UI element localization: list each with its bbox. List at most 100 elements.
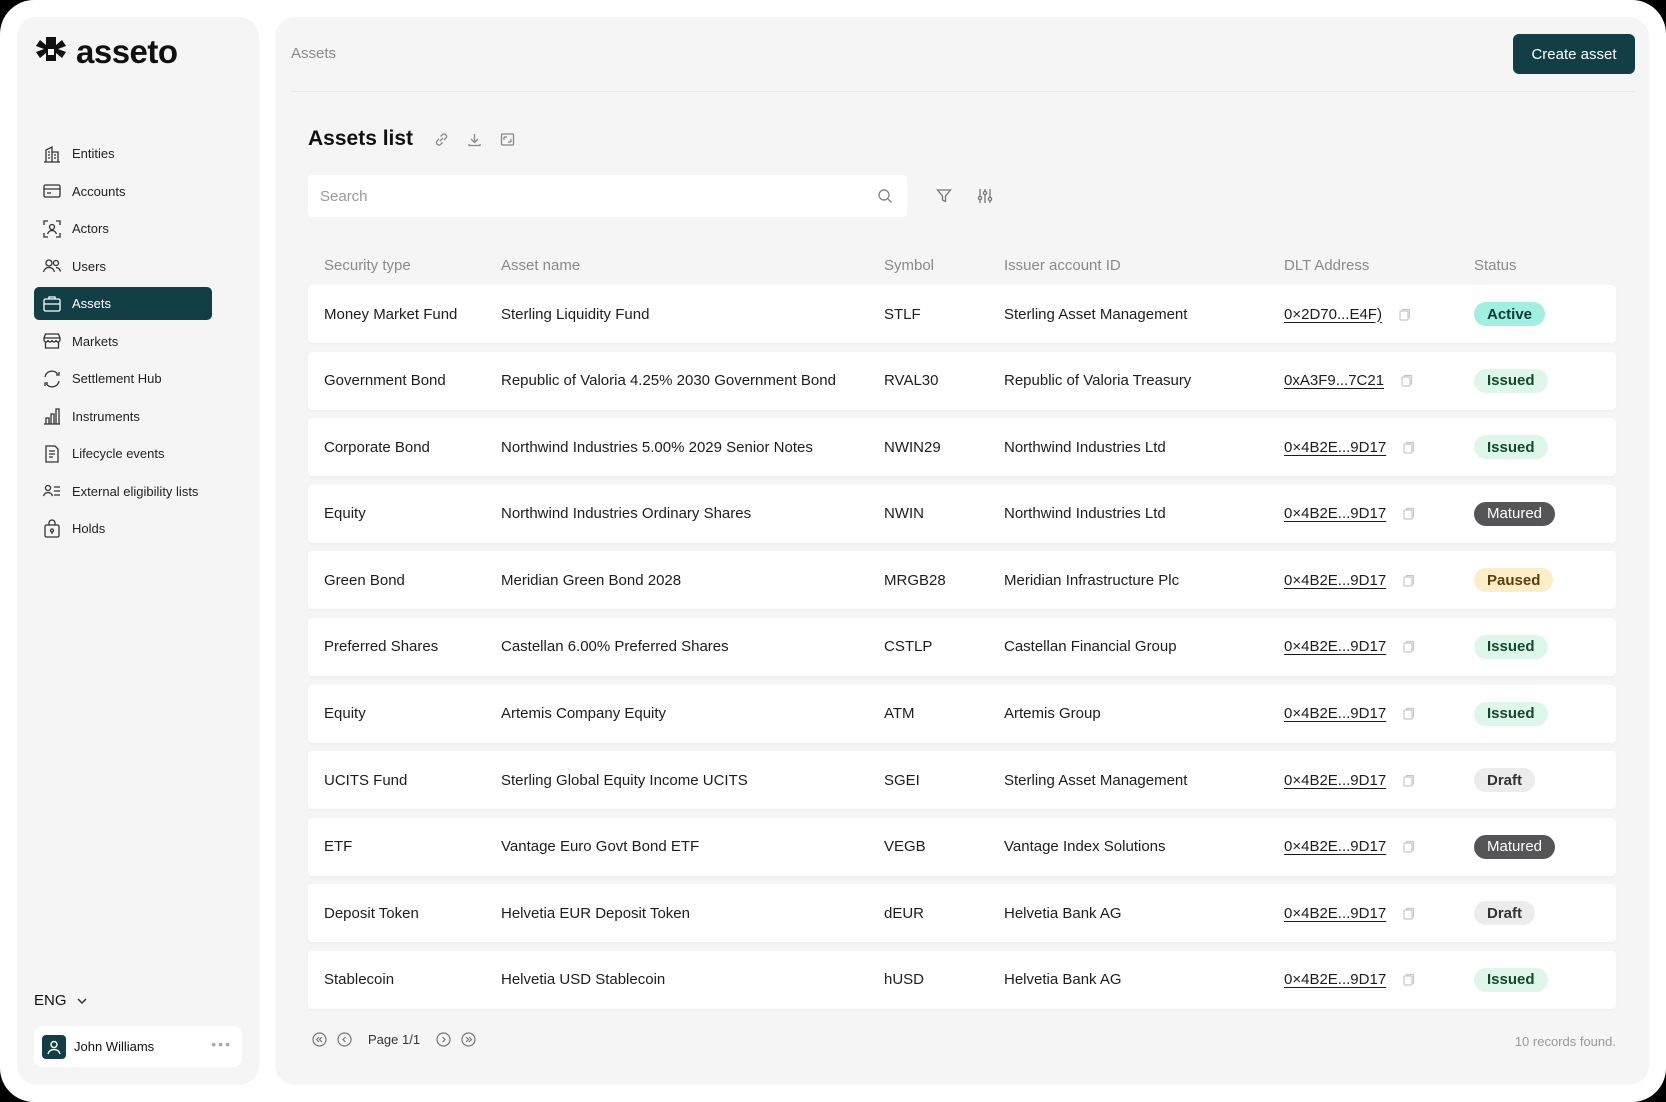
cell-security-type: Money Market Fund [324,305,458,323]
cell-asset-name: Sterling Global Equity Income UCITS [501,771,748,789]
table-row[interactable]: UCITS Fund Sterling Global Equity Income … [308,751,1616,810]
status-badge: Active [1474,302,1546,326]
column-dlt-address[interactable]: DLT Address [1284,257,1369,274]
cell-status: Draft [1474,884,1536,942]
title-row: Assets list [308,127,516,151]
copy-icon[interactable] [1402,441,1415,454]
actor-icon [43,219,61,238]
table-row[interactable]: Money Market Fund Sterling Liquidity Fund… [308,285,1616,343]
download-icon[interactable] [466,131,483,148]
link-icon[interactable] [433,131,450,148]
cell-symbol: RVAL30 [884,372,939,390]
dlt-address-link[interactable]: 0×2D70...E4F) [1284,306,1382,323]
user-name: John Williams [74,1039,155,1054]
copy-icon[interactable] [1402,640,1415,654]
dlt-address-link[interactable]: 0×4B2E...9D17 [1284,705,1386,722]
sliders-icon[interactable] [976,187,994,205]
cell-symbol: SGEI [884,771,920,789]
copy-icon[interactable] [1402,907,1415,920]
cell-status: Active [1474,285,1546,343]
cell-asset-name: Republic of Valoria 4.25% 2030 Governmen… [501,372,836,390]
cell-symbol: STLF [884,305,921,323]
column-status[interactable]: Status [1474,257,1517,274]
previous-page-icon[interactable] [337,1032,352,1047]
page-indicator: Page 1/1 [368,1032,421,1047]
user-card[interactable]: John Williams ••• [34,1026,242,1067]
cell-issuer: Vantage Index Solutions [1004,838,1166,856]
column-security-type[interactable]: Security type [324,257,411,274]
language-selector[interactable]: ENG [34,992,89,1009]
cell-issuer: Meridian Infrastructure Plc [1004,571,1180,589]
copy-icon[interactable] [1402,574,1415,587]
table-row[interactable]: Equity Northwind Industries Ordinary Shar… [308,484,1616,543]
breadcrumb[interactable]: Assets [291,45,336,62]
filter-icon[interactable] [935,187,953,205]
language-label: ENG [34,992,67,1009]
table-row[interactable]: Preferred Shares Castellan 6.00% Preferre… [308,617,1616,676]
column-symbol[interactable]: Symbol [884,257,934,274]
table-row[interactable]: Green Bond Meridian Green Bond 2028 MRGB28… [308,551,1616,610]
sidebar-item-holds[interactable]: Holds [34,512,212,545]
cell-issuer: Northwind Industries Ltd [1004,505,1166,523]
cell-security-type: Stablecoin [324,971,395,989]
search-input[interactable] [308,175,868,217]
copy-icon[interactable] [1402,973,1415,987]
column-asset-name[interactable]: Asset name [501,257,580,274]
dlt-address-link[interactable]: 0×4B2E...9D17 [1284,439,1386,456]
sidebar-item-lifecycle-events[interactable]: Lifecycle events [34,437,212,470]
sidebar-item-accounts[interactable]: Accounts [34,175,212,208]
cell-status: Issued [1474,951,1548,1009]
sidebar-item-label: Markets [72,333,119,349]
search-icon[interactable] [877,188,893,204]
dlt-address-link[interactable]: 0×4B2E...9D17 [1284,971,1386,988]
sidebar-item-markets[interactable]: Markets [34,325,212,358]
copy-icon[interactable] [1402,774,1415,787]
sidebar: asseto Entities Accounts Actors Users As… [17,17,259,1085]
page-title: Assets list [308,127,414,150]
first-page-icon[interactable] [312,1032,327,1047]
sidebar-item-instruments[interactable]: Instruments [34,400,212,433]
copy-icon[interactable] [1398,308,1411,321]
sidebar-item-label: Users [72,258,106,274]
dlt-address-link[interactable]: 0xA3F9...7C21 [1284,372,1384,389]
table-row[interactable]: Deposit Token Helvetia EUR Deposit Token d… [308,884,1616,943]
sidebar-item-label: Actors [72,221,109,236]
sidebar-item-settlement-hub[interactable]: Settlement Hub [34,362,212,395]
table-row[interactable]: Government Bond Republic of Valoria 4.25%… [308,351,1616,410]
table-row[interactable]: Equity Artemis Company Equity ATM Artemis G… [308,684,1616,743]
sidebar-item-label: Entities [72,146,115,161]
create-asset-button[interactable]: Create asset [1513,34,1635,74]
pagination: Page 1/1 [312,1032,476,1047]
last-page-icon[interactable] [461,1032,476,1047]
logo[interactable]: asseto [34,32,178,72]
copy-icon[interactable] [1402,840,1415,853]
copy-icon[interactable] [1402,707,1415,720]
cell-status: Matured [1474,818,1556,876]
dlt-address-link[interactable]: 0×4B2E...9D17 [1284,838,1386,855]
cell-symbol: MRGB28 [884,571,946,589]
table-row[interactable]: ETF Vantage Euro Govt Bond ETF VEGB Vantage… [308,817,1616,876]
dlt-address-link[interactable]: 0×4B2E...9D17 [1284,638,1386,655]
sidebar-item-external-eligibility-lists[interactable]: External eligibility lists [34,475,212,508]
dlt-address-link[interactable]: 0×4B2E...9D17 [1284,905,1386,922]
cell-asset-name: Sterling Liquidity Fund [501,305,650,323]
sidebar-item-users[interactable]: Users [34,250,212,283]
sidebar-item-actors[interactable]: Actors [34,212,212,245]
dlt-address-link[interactable]: 0×4B2E...9D17 [1284,505,1386,522]
expand-icon[interactable] [499,131,516,148]
cell-status: Issued [1474,685,1548,743]
cell-asset-name: Artemis Company Equity [501,705,667,723]
cell-security-type: ETF [324,838,353,856]
table-row[interactable]: Corporate Bond Northwind Industries 5.00%… [308,418,1616,477]
copy-icon[interactable] [1402,507,1415,520]
cell-status: Issued [1474,618,1548,676]
copy-icon[interactable] [1400,374,1413,387]
column-issuer-account-id[interactable]: Issuer account ID [1004,257,1121,274]
next-page-icon[interactable] [436,1032,451,1047]
dlt-address-link[interactable]: 0×4B2E...9D17 [1284,772,1386,789]
sidebar-item-entities[interactable]: Entities [34,137,212,170]
sidebar-item-assets[interactable]: Assets [34,287,212,320]
more-options-icon[interactable]: ••• [211,1036,232,1052]
dlt-address-link[interactable]: 0×4B2E...9D17 [1284,572,1386,589]
table-row[interactable]: Stablecoin Helvetia USD Stablecoin hUSD Hel… [308,950,1616,1009]
